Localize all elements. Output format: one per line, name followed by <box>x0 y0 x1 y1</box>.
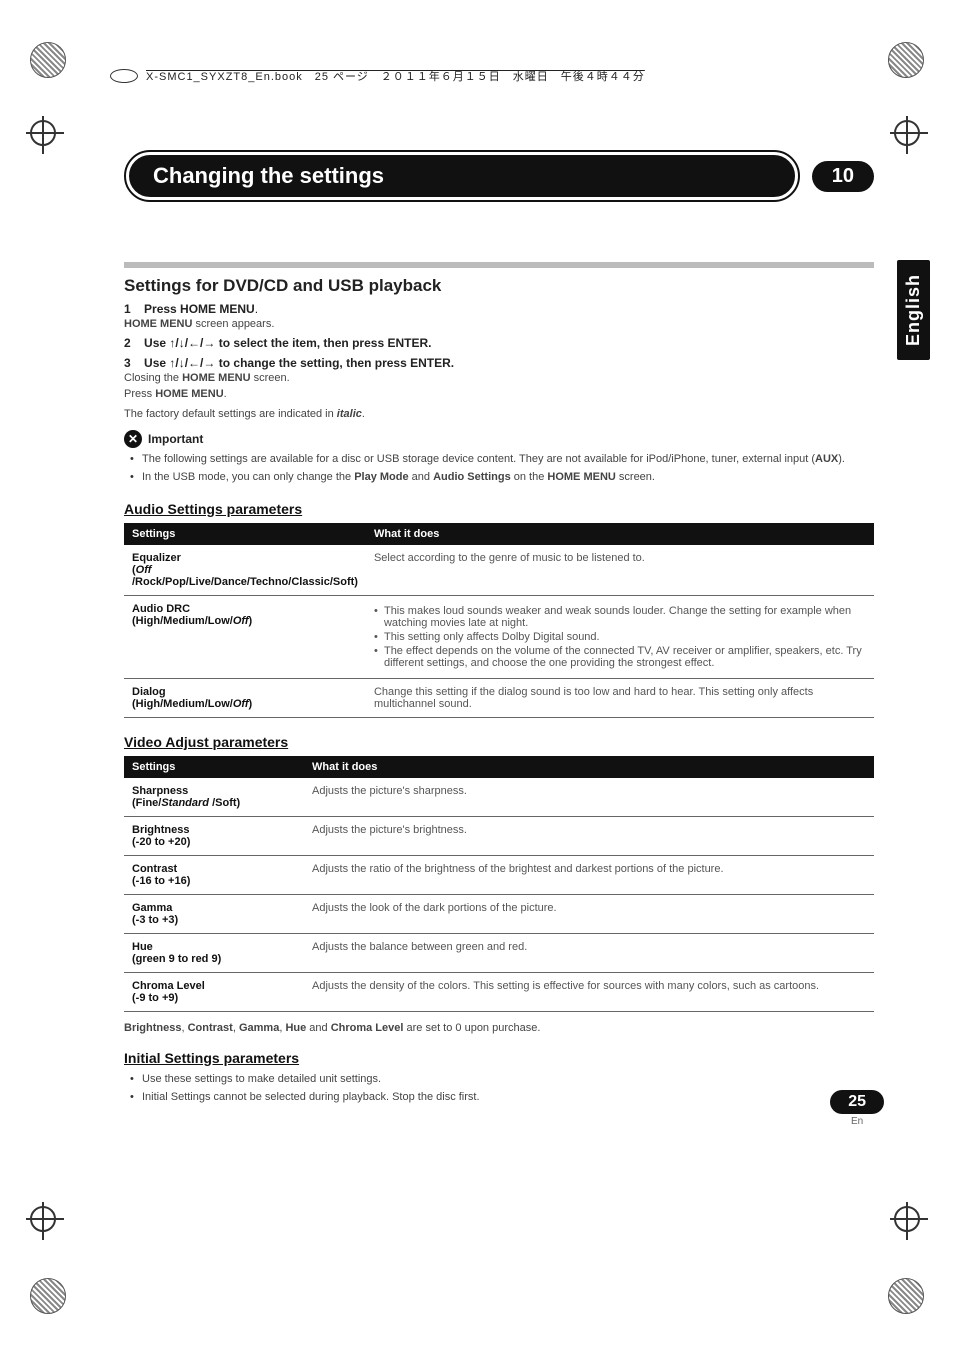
video-footnote: Brightness, Contrast, Gamma, Hue and Chr… <box>124 1022 874 1034</box>
table-row: Hue(green 9 to red 9) Adjusts the balanc… <box>124 933 874 972</box>
col-whatitdoes: What it does <box>304 756 874 778</box>
chapter-title: Changing the settings <box>153 163 771 189</box>
arrow-keys-icon: ↑/↓/←/→ <box>169 336 215 350</box>
book-header-text: X-SMC1_SYXZT8_En.book 25 ページ ２０１１年６月１５日 … <box>146 68 645 84</box>
section-divider <box>124 262 874 268</box>
list-item: This setting only affects Dolby Digital … <box>384 631 866 643</box>
page-lang: En <box>851 1116 863 1127</box>
audio-params-heading: Audio Settings parameters <box>124 501 874 517</box>
initial-settings-heading: Initial Settings parameters <box>124 1050 874 1066</box>
book-header: X-SMC1_SYXZT8_En.book 25 ページ ２０１１年６月１５日 … <box>116 68 844 84</box>
col-settings: Settings <box>124 523 366 545</box>
important-label: Important <box>148 432 203 446</box>
table-row: Brightness(-20 to +20) Adjusts the pictu… <box>124 816 874 855</box>
video-params-table: Settings What it does Sharpness (Fine/St… <box>124 756 874 1012</box>
table-row: Sharpness (Fine/Standard /Soft) Adjusts … <box>124 778 874 817</box>
table-row: Contrast(-16 to +16) Adjusts the ratio o… <box>124 855 874 894</box>
step-2: 2 Use ↑/↓/←/→ to select the item, then p… <box>124 336 874 350</box>
important-list: The following settings are available for… <box>124 452 874 485</box>
print-mark-icon <box>888 1278 924 1314</box>
register-mark-icon <box>894 120 924 150</box>
col-settings: Settings <box>124 756 304 778</box>
table-row: Dialog (High/Medium/Low/Off) Change this… <box>124 678 874 717</box>
table-row: Equalizer (Off /Rock/Pop/Live/Dance/Tech… <box>124 545 874 596</box>
important-icon: ✕ <box>124 430 142 448</box>
step-number: 2 <box>124 336 131 350</box>
step-text: Press HOME MENU <box>144 302 255 316</box>
register-mark-icon <box>30 1206 60 1236</box>
initial-settings-list: Use these settings to make detailed unit… <box>124 1072 874 1105</box>
page-number-badge: 25 En <box>830 1090 884 1127</box>
register-mark-icon <box>894 1206 924 1236</box>
register-mark-icon <box>30 663 60 693</box>
page-number: 25 <box>830 1090 884 1114</box>
print-mark-icon <box>30 1278 66 1314</box>
video-params-heading: Video Adjust parameters <box>124 734 874 750</box>
list-item: Use these settings to make detailed unit… <box>142 1072 874 1087</box>
step-number: 1 <box>124 302 131 316</box>
arrow-keys-icon: ↑/↓/←/→ <box>169 356 215 370</box>
list-item: The effect depends on the volume of the … <box>384 645 866 669</box>
print-mark-icon <box>888 42 924 78</box>
audio-params-table: Settings What it does Equalizer (Off /Ro… <box>124 523 874 718</box>
register-mark-icon <box>894 663 924 693</box>
print-mark-icon <box>30 42 66 78</box>
chapter-title-bar: Changing the settings 10 <box>124 150 874 202</box>
table-row: Audio DRC (High/Medium/Low/Off) This mak… <box>124 595 874 678</box>
register-mark-icon <box>30 120 60 150</box>
section-heading: Settings for DVD/CD and USB playback <box>124 276 874 296</box>
step-3-sub2: Press HOME MENU. <box>124 388 874 400</box>
table-row: Gamma(-3 to +3) Adjusts the look of the … <box>124 894 874 933</box>
important-heading: ✕ Important <box>124 430 874 448</box>
step-1-sub: HOME MENU screen appears. <box>124 318 874 330</box>
step-3-sub1: Closing the HOME MENU screen. <box>124 372 874 384</box>
chapter-number-badge: 10 <box>812 161 874 192</box>
list-item: This makes loud sounds weaker and weak s… <box>384 605 866 629</box>
register-oval-icon <box>110 69 138 83</box>
factory-note: The factory default settings are indicat… <box>124 408 874 420</box>
important-item: The following settings are available for… <box>142 452 874 467</box>
list-item: Initial Settings cannot be selected duri… <box>142 1090 874 1105</box>
important-item: In the USB mode, you can only change the… <box>142 470 874 485</box>
step-1: 1 Press HOME MENU. <box>124 302 874 316</box>
language-side-tab: English <box>897 260 930 360</box>
table-row: Chroma Level(-9 to +9) Adjusts the densi… <box>124 972 874 1011</box>
col-whatitdoes: What it does <box>366 523 874 545</box>
step-number: 3 <box>124 356 131 370</box>
step-3: 3 Use ↑/↓/←/→ to change the setting, the… <box>124 356 874 370</box>
